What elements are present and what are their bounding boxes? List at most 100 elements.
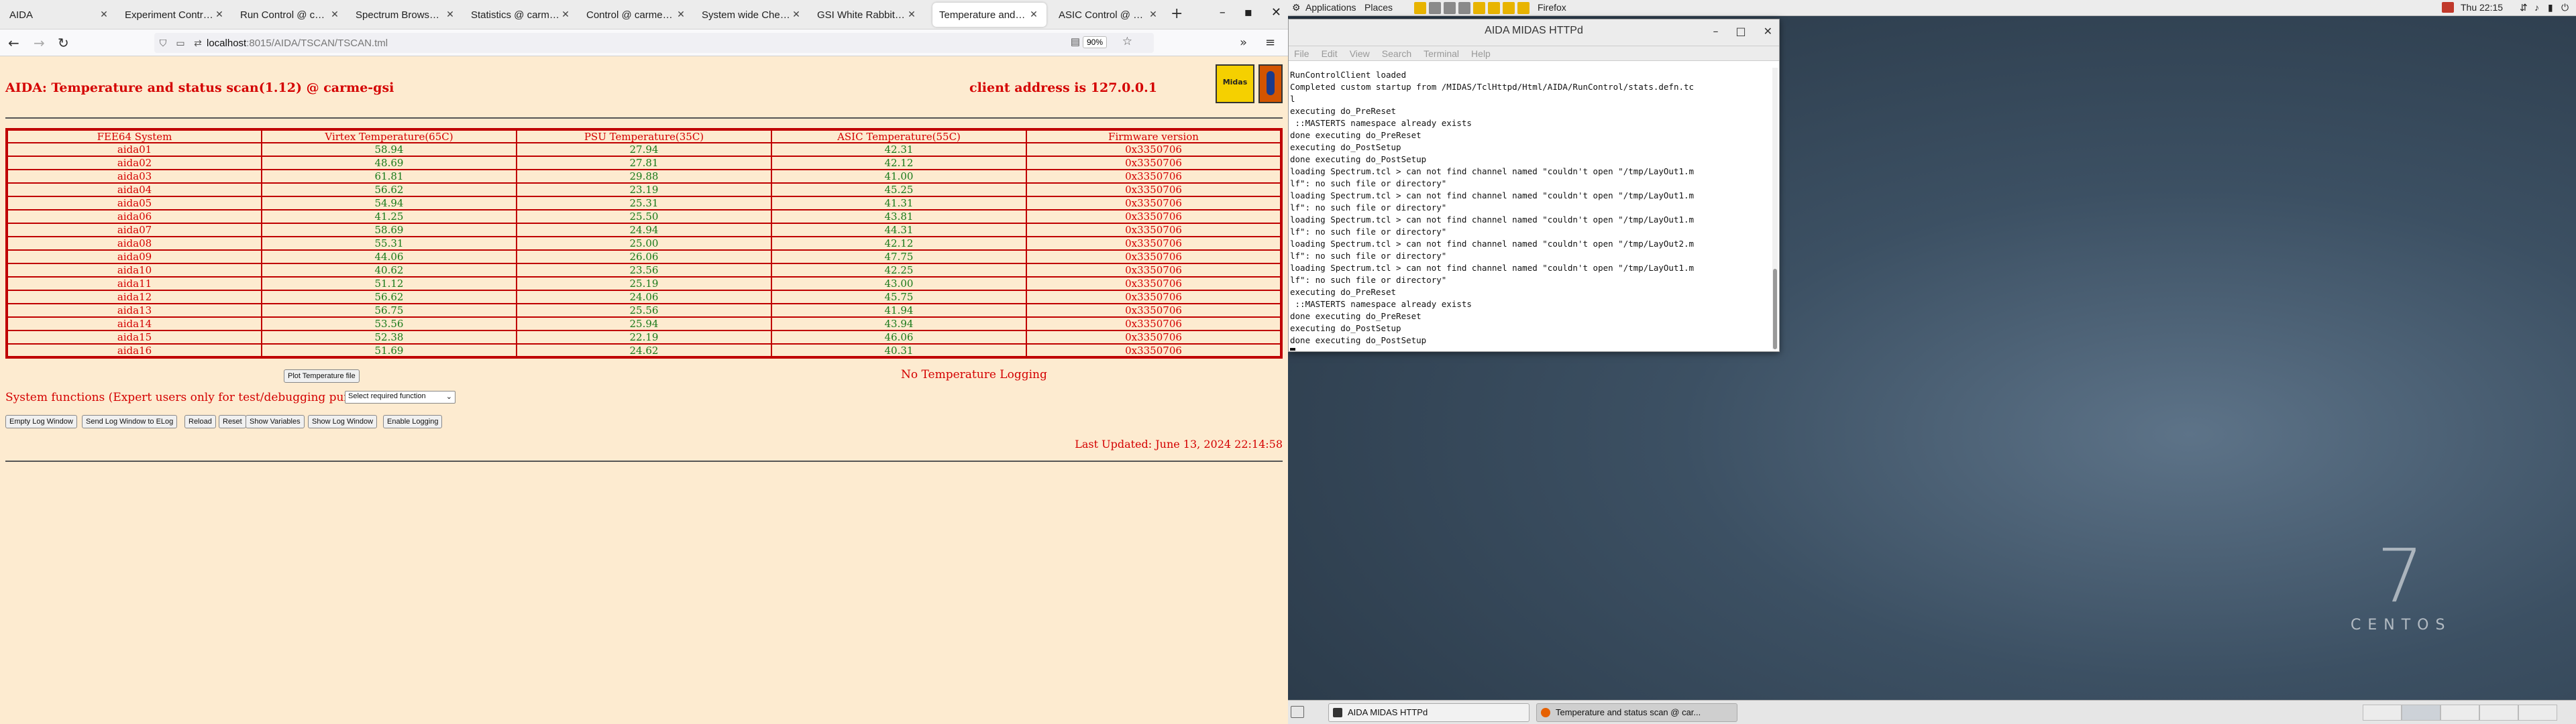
taskbar-item[interactable]: AIDA MIDAS HTTPd (1328, 703, 1529, 722)
psu-temp-cell: 25.50 (516, 209, 772, 224)
asic-temp-cell: 42.25 (771, 263, 1027, 278)
menu-view[interactable]: View (1350, 46, 1370, 60)
reset-button[interactable]: Reset (219, 415, 246, 428)
browser-tab[interactable]: Control @ carme-gsi ✕ (580, 3, 694, 27)
enable-logging-button[interactable]: Enable Logging (383, 415, 443, 428)
back-icon[interactable]: ← (8, 35, 19, 51)
maximize-icon[interactable]: □ (1735, 25, 1746, 38)
menu-terminal[interactable]: Terminal (1424, 46, 1459, 60)
system-functions-label: System functions (Expert users only for … (5, 391, 400, 404)
applications-menu[interactable]: Applications (1305, 2, 1356, 13)
terminal-prompt[interactable] (1290, 347, 1769, 351)
browser-tab-active[interactable]: Temperature and stat ✕ (932, 3, 1046, 27)
new-tab-icon[interactable]: + (1171, 5, 1183, 22)
close-tab-icon[interactable]: ✕ (1147, 9, 1159, 20)
workspace-5[interactable] (2518, 705, 2557, 721)
maximize-icon[interactable]: ▪ (1244, 5, 1252, 19)
close-tab-icon[interactable]: ✕ (213, 9, 225, 20)
close-tab-icon[interactable]: ✕ (790, 9, 802, 20)
taskbar-item-active[interactable]: Temperature and status scan @ car... (1536, 703, 1737, 722)
volume-icon[interactable]: ♪ (2534, 2, 2539, 13)
menu-edit[interactable]: Edit (1322, 46, 1338, 60)
close-tab-icon[interactable]: ✕ (444, 9, 456, 20)
scrollbar-thumb[interactable] (1773, 269, 1777, 349)
battery-icon[interactable]: ▮ (2548, 2, 2553, 13)
launcher-icon[interactable] (1473, 2, 1485, 14)
launcher-icon[interactable] (1429, 2, 1441, 14)
reload-button[interactable]: Reload (184, 415, 216, 428)
menu-file[interactable]: File (1294, 46, 1309, 60)
terminal-titlebar[interactable]: AIDA MIDAS HTTPd – □ ✕ (1289, 19, 1779, 46)
system-cell: aida07 (6, 223, 262, 237)
browser-tab[interactable]: GSI White Rabbit Tim ✕ (810, 3, 924, 27)
tab-label: Control @ carme-gsi (586, 9, 675, 21)
browser-tab[interactable]: Experiment Control @✕ (118, 3, 232, 27)
close-tab-icon[interactable]: ✕ (906, 9, 918, 20)
terminal-scrollbar[interactable] (1772, 68, 1778, 349)
terminal-output[interactable]: RunControlClient loaded Completed custom … (1289, 68, 1770, 351)
record-icon[interactable] (2442, 2, 2454, 13)
virtex-temp-cell: 52.38 (261, 330, 517, 345)
close-tab-icon[interactable]: ✕ (675, 9, 687, 20)
browser-tab[interactable]: ASIC Control @ carm ✕ (1052, 3, 1166, 27)
table-body: aida01 58.94 27.94 42.31 0x3350706 aida02 48.6… (6, 142, 1282, 358)
launcher-icon[interactable] (1488, 2, 1500, 14)
browser-tab[interactable]: Statistics @ carme-gs ✕ (464, 3, 578, 27)
launcher-icon[interactable] (1414, 2, 1426, 14)
show-variables-button[interactable]: Show Variables (246, 415, 305, 428)
workspace-2[interactable] (2402, 705, 2440, 721)
launcher-icon[interactable] (1444, 2, 1456, 14)
applications-icon[interactable]: ⚙ (1292, 2, 1301, 13)
reader-view-icon[interactable]: ▤ (1071, 36, 1080, 48)
show-desktop-icon[interactable] (1291, 706, 1304, 718)
close-tab-icon[interactable]: ✕ (1028, 9, 1040, 20)
terminal-line: executing do_PostSetup (1290, 142, 1401, 152)
browser-tab[interactable]: AIDA ✕ (3, 3, 117, 27)
browser-tab[interactable]: System wide Checks ✕ (695, 3, 809, 27)
zoom-level[interactable]: 90% (1082, 36, 1107, 48)
function-select[interactable]: Select required function ⌄ (345, 391, 455, 404)
shield-icon[interactable]: ⛉ (154, 38, 172, 49)
workspace-4[interactable] (2479, 705, 2518, 721)
empty-log-window-button[interactable]: Empty Log Window (5, 415, 77, 428)
asic-temp-cell: 42.12 (771, 236, 1027, 251)
terminal-line: lf": no such file or directory" (1290, 202, 1447, 213)
asic-temp-cell: 41.94 (771, 303, 1027, 318)
url-path: :8015/AIDA/TSCAN/TSCAN.tml (246, 37, 388, 49)
show-log-window-button[interactable]: Show Log Window (308, 415, 378, 428)
workspace-1[interactable] (2363, 705, 2402, 721)
reload-icon[interactable]: ↻ (58, 35, 69, 51)
forward-icon[interactable]: → (34, 35, 45, 51)
asic-temp-cell: 41.31 (771, 196, 1027, 210)
tab-label: Spectrum Browser @ (356, 9, 444, 21)
hamburger-menu-icon[interactable]: ≡ (1265, 36, 1275, 50)
browser-tab[interactable]: Spectrum Browser @ ✕ (349, 3, 463, 27)
active-app-menu[interactable]: Firefox (1538, 2, 1566, 13)
minimize-icon[interactable]: – (1220, 5, 1226, 19)
close-tab-icon[interactable]: ✕ (329, 9, 341, 20)
network-icon[interactable]: ⇵ (2520, 2, 2528, 13)
power-icon[interactable]: ⏻ (2561, 2, 2569, 13)
url-bar[interactable]: ⛉ ▭ ⇄ localhost:8015/AIDA/TSCAN/TSCAN.tm… (154, 33, 1154, 53)
minimize-icon[interactable]: – (1713, 25, 1718, 38)
launcher-icon[interactable] (1517, 2, 1529, 14)
terminal-line: loading Spectrum.tcl > can not find chan… (1290, 215, 1695, 225)
workspace-3[interactable] (2440, 705, 2479, 721)
close-icon[interactable]: ✕ (1271, 5, 1281, 19)
menu-search[interactable]: Search (1382, 46, 1411, 60)
close-tab-icon[interactable]: ✕ (98, 9, 110, 20)
overflow-chevron-icon[interactable]: » (1240, 36, 1247, 50)
plot-temperature-button[interactable]: Plot Temperature file (284, 369, 360, 383)
close-icon[interactable]: ✕ (1764, 25, 1772, 38)
firmware-cell: 0x3350706 (1026, 290, 1282, 304)
terminal-menubar: File Edit View Search Terminal Help (1289, 46, 1779, 61)
clock[interactable]: Thu 22:15 (2461, 2, 2503, 13)
launcher-icon[interactable] (1503, 2, 1515, 14)
browser-tab[interactable]: Run Control @ carme-✕ (233, 3, 347, 27)
places-menu[interactable]: Places (1364, 2, 1393, 13)
close-tab-icon[interactable]: ✕ (559, 9, 572, 20)
send-log-to-elog-button[interactable]: Send Log Window to ELog (82, 415, 178, 428)
bookmark-star-icon[interactable]: ☆ (1122, 35, 1132, 48)
launcher-icon[interactable] (1458, 2, 1470, 14)
menu-help[interactable]: Help (1471, 46, 1491, 60)
